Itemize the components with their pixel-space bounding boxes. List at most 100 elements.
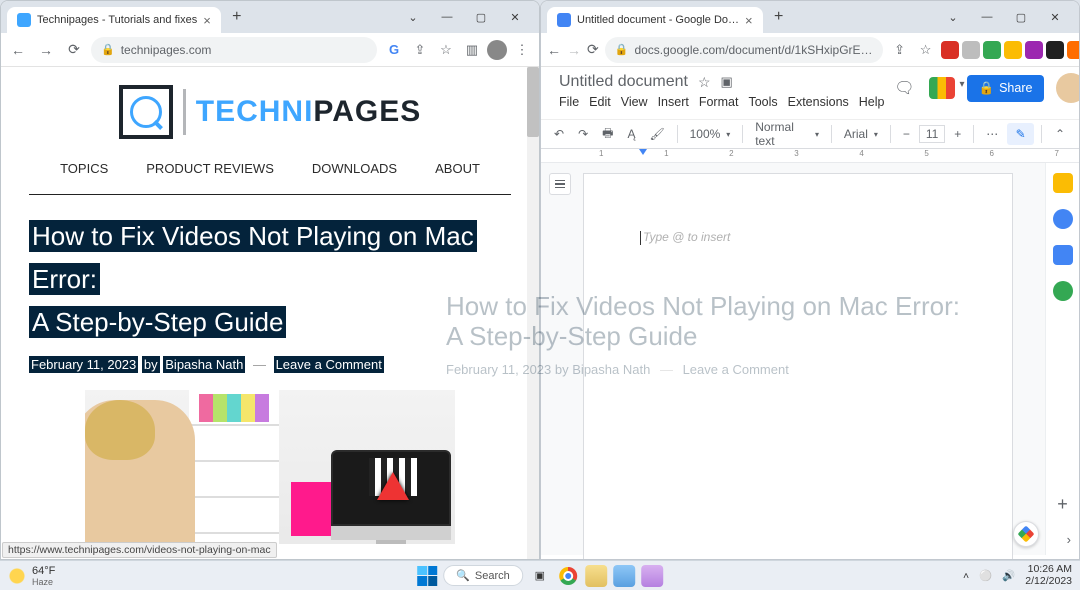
google-icon[interactable]: G bbox=[383, 39, 405, 61]
add-on-plus-icon[interactable]: + bbox=[1057, 494, 1068, 515]
font-size-increase[interactable]: + bbox=[949, 125, 966, 143]
taskbar-search[interactable]: 🔍 Search bbox=[443, 565, 523, 586]
reload-icon[interactable]: ⟳ bbox=[587, 39, 599, 61]
maps-icon[interactable] bbox=[1053, 281, 1073, 301]
tray-chevron-icon[interactable]: ˄ bbox=[963, 570, 969, 582]
pinned-app-icon[interactable] bbox=[641, 565, 663, 587]
bookmark-icon[interactable]: ☆ bbox=[435, 39, 457, 61]
spellcheck-icon[interactable]: Ą bbox=[622, 125, 640, 143]
leave-comment-link[interactable]: Leave a Comment bbox=[274, 356, 384, 373]
browser-tab[interactable]: Technipages - Tutorials and fixes × bbox=[7, 7, 221, 33]
share-url-icon[interactable]: ⇪ bbox=[889, 39, 911, 61]
nav-about[interactable]: ABOUT bbox=[435, 161, 480, 176]
reload-icon[interactable]: ⟳ bbox=[63, 39, 85, 61]
extension-icon[interactable] bbox=[1004, 41, 1022, 59]
more-tools-icon[interactable]: ⋯ bbox=[981, 125, 1003, 143]
minimize-icon[interactable]: ― bbox=[977, 11, 997, 24]
tab-close-icon[interactable]: × bbox=[745, 13, 753, 28]
back-icon[interactable]: ← bbox=[7, 39, 29, 61]
windows-taskbar[interactable]: 64°F Haze 🔍 Search ▣ ˄ ⚪ 🔊 10:26 AM 2/12… bbox=[0, 560, 1080, 590]
tab-close-icon[interactable]: × bbox=[203, 13, 211, 28]
account-avatar[interactable] bbox=[1056, 73, 1080, 103]
font-select[interactable]: Arial bbox=[839, 125, 883, 143]
menu-insert[interactable]: Insert bbox=[658, 95, 689, 109]
move-icon[interactable]: ▣ bbox=[721, 74, 733, 90]
nav-downloads[interactable]: DOWNLOADS bbox=[312, 161, 397, 176]
extension-icon[interactable] bbox=[1067, 41, 1080, 59]
undo-icon[interactable]: ↶ bbox=[549, 125, 569, 143]
system-tray[interactable]: ˄ ⚪ 🔊 10:26 AM 2/12/2023 bbox=[963, 564, 1072, 587]
font-size-input[interactable]: 11 bbox=[919, 125, 945, 143]
volume-icon[interactable]: 🔊 bbox=[1002, 569, 1015, 582]
menu-tools[interactable]: Tools bbox=[748, 95, 777, 109]
show-outline-button[interactable] bbox=[549, 173, 571, 195]
hide-side-panel-icon[interactable]: › bbox=[1067, 532, 1071, 547]
close-icon[interactable]: ✕ bbox=[505, 11, 525, 24]
task-view-icon[interactable]: ▣ bbox=[529, 565, 551, 587]
explore-button[interactable] bbox=[1013, 521, 1039, 547]
bookmark-icon[interactable]: ☆ bbox=[915, 39, 937, 61]
paint-format-icon[interactable]: 🖌 bbox=[644, 125, 669, 143]
pinned-app-icon[interactable] bbox=[613, 565, 635, 587]
nav-topics[interactable]: TOPICS bbox=[60, 161, 108, 176]
chrome-taskbar-icon[interactable] bbox=[557, 565, 579, 587]
extension-icon[interactable] bbox=[941, 41, 959, 59]
keep-icon[interactable] bbox=[1053, 173, 1073, 193]
maximize-icon[interactable]: ▢ bbox=[1011, 11, 1031, 24]
new-tab-button[interactable]: + bbox=[225, 5, 249, 29]
pinned-app-icon[interactable] bbox=[585, 565, 607, 587]
share-button[interactable]: 🔒 Share bbox=[967, 75, 1045, 102]
document-title[interactable]: Untitled document bbox=[559, 73, 688, 91]
meet-icon[interactable] bbox=[929, 77, 955, 99]
menu-edit[interactable]: Edit bbox=[589, 95, 611, 109]
dropdown-icon[interactable]: ⌄ bbox=[943, 11, 963, 24]
paragraph-style-select[interactable]: Normal text bbox=[750, 118, 824, 150]
indent-marker-icon[interactable] bbox=[639, 149, 647, 155]
weather-widget[interactable]: 64°F Haze bbox=[8, 565, 55, 587]
horizontal-ruler[interactable]: 1 1 2 3 4 5 6 7 bbox=[541, 149, 1079, 163]
font-size-decrease[interactable]: − bbox=[898, 125, 915, 143]
extension-icon[interactable] bbox=[962, 41, 980, 59]
document-page[interactable]: Type @ to insert bbox=[583, 173, 1013, 560]
clock[interactable]: 10:26 AM 2/12/2023 bbox=[1025, 564, 1072, 587]
side-panel-icon[interactable]: ▥ bbox=[461, 39, 483, 61]
insert-placeholder[interactable]: Type @ to insert bbox=[640, 230, 730, 245]
kebab-icon[interactable]: ⋮ bbox=[511, 39, 533, 61]
share-icon[interactable]: ⇪ bbox=[409, 39, 431, 61]
forward-icon[interactable]: → bbox=[35, 39, 57, 61]
titlebar[interactable]: Untitled document - Google Do… × + ⌄ ― ▢… bbox=[541, 1, 1079, 33]
wifi-icon[interactable]: ⚪ bbox=[979, 569, 992, 582]
titlebar[interactable]: Technipages - Tutorials and fixes × + ⌄ … bbox=[1, 1, 539, 33]
menu-help[interactable]: Help bbox=[859, 95, 885, 109]
back-icon[interactable]: ← bbox=[547, 39, 561, 61]
contacts-icon[interactable] bbox=[1053, 245, 1073, 265]
menu-format[interactable]: Format bbox=[699, 95, 739, 109]
extension-icon[interactable] bbox=[1025, 41, 1043, 59]
scrollbar[interactable] bbox=[527, 67, 539, 559]
site-logo[interactable]: TECHNIPAGES bbox=[119, 85, 421, 139]
author-link[interactable]: Bipasha Nath bbox=[163, 356, 245, 373]
dropdown-icon[interactable]: ⌄ bbox=[403, 11, 423, 24]
article-title[interactable]: How to Fix Videos Not Playing on Mac Err… bbox=[29, 213, 511, 343]
new-tab-button[interactable]: + bbox=[767, 5, 791, 29]
nav-product-reviews[interactable]: PRODUCT REVIEWS bbox=[146, 161, 274, 176]
url-input[interactable]: 🔒 technipages.com bbox=[91, 37, 377, 63]
menu-file[interactable]: File bbox=[559, 95, 579, 109]
close-icon[interactable]: ✕ bbox=[1045, 11, 1065, 24]
extension-icon[interactable] bbox=[983, 41, 1001, 59]
scrollbar-thumb[interactable] bbox=[527, 67, 539, 137]
url-input[interactable]: 🔒 docs.google.com/document/d/1kSHxipGrE… bbox=[605, 37, 883, 63]
extension-icon[interactable] bbox=[1046, 41, 1064, 59]
print-icon[interactable]: 🖶 bbox=[597, 122, 618, 147]
maximize-icon[interactable]: ▢ bbox=[471, 11, 491, 24]
redo-icon[interactable]: ↷ bbox=[573, 125, 593, 143]
profile-avatar[interactable] bbox=[487, 40, 507, 60]
comment-history-icon[interactable]: 🗨 bbox=[893, 76, 917, 100]
collapse-toolbar-icon[interactable]: ⌃ bbox=[1049, 127, 1071, 141]
start-button[interactable] bbox=[417, 566, 437, 586]
tasks-icon[interactable] bbox=[1053, 209, 1073, 229]
minimize-icon[interactable]: ― bbox=[437, 11, 457, 24]
article-meta[interactable]: February 11, 2023 by Bipasha Nath — Leav… bbox=[29, 357, 511, 372]
zoom-select[interactable]: 100% bbox=[685, 125, 736, 143]
menu-view[interactable]: View bbox=[621, 95, 648, 109]
